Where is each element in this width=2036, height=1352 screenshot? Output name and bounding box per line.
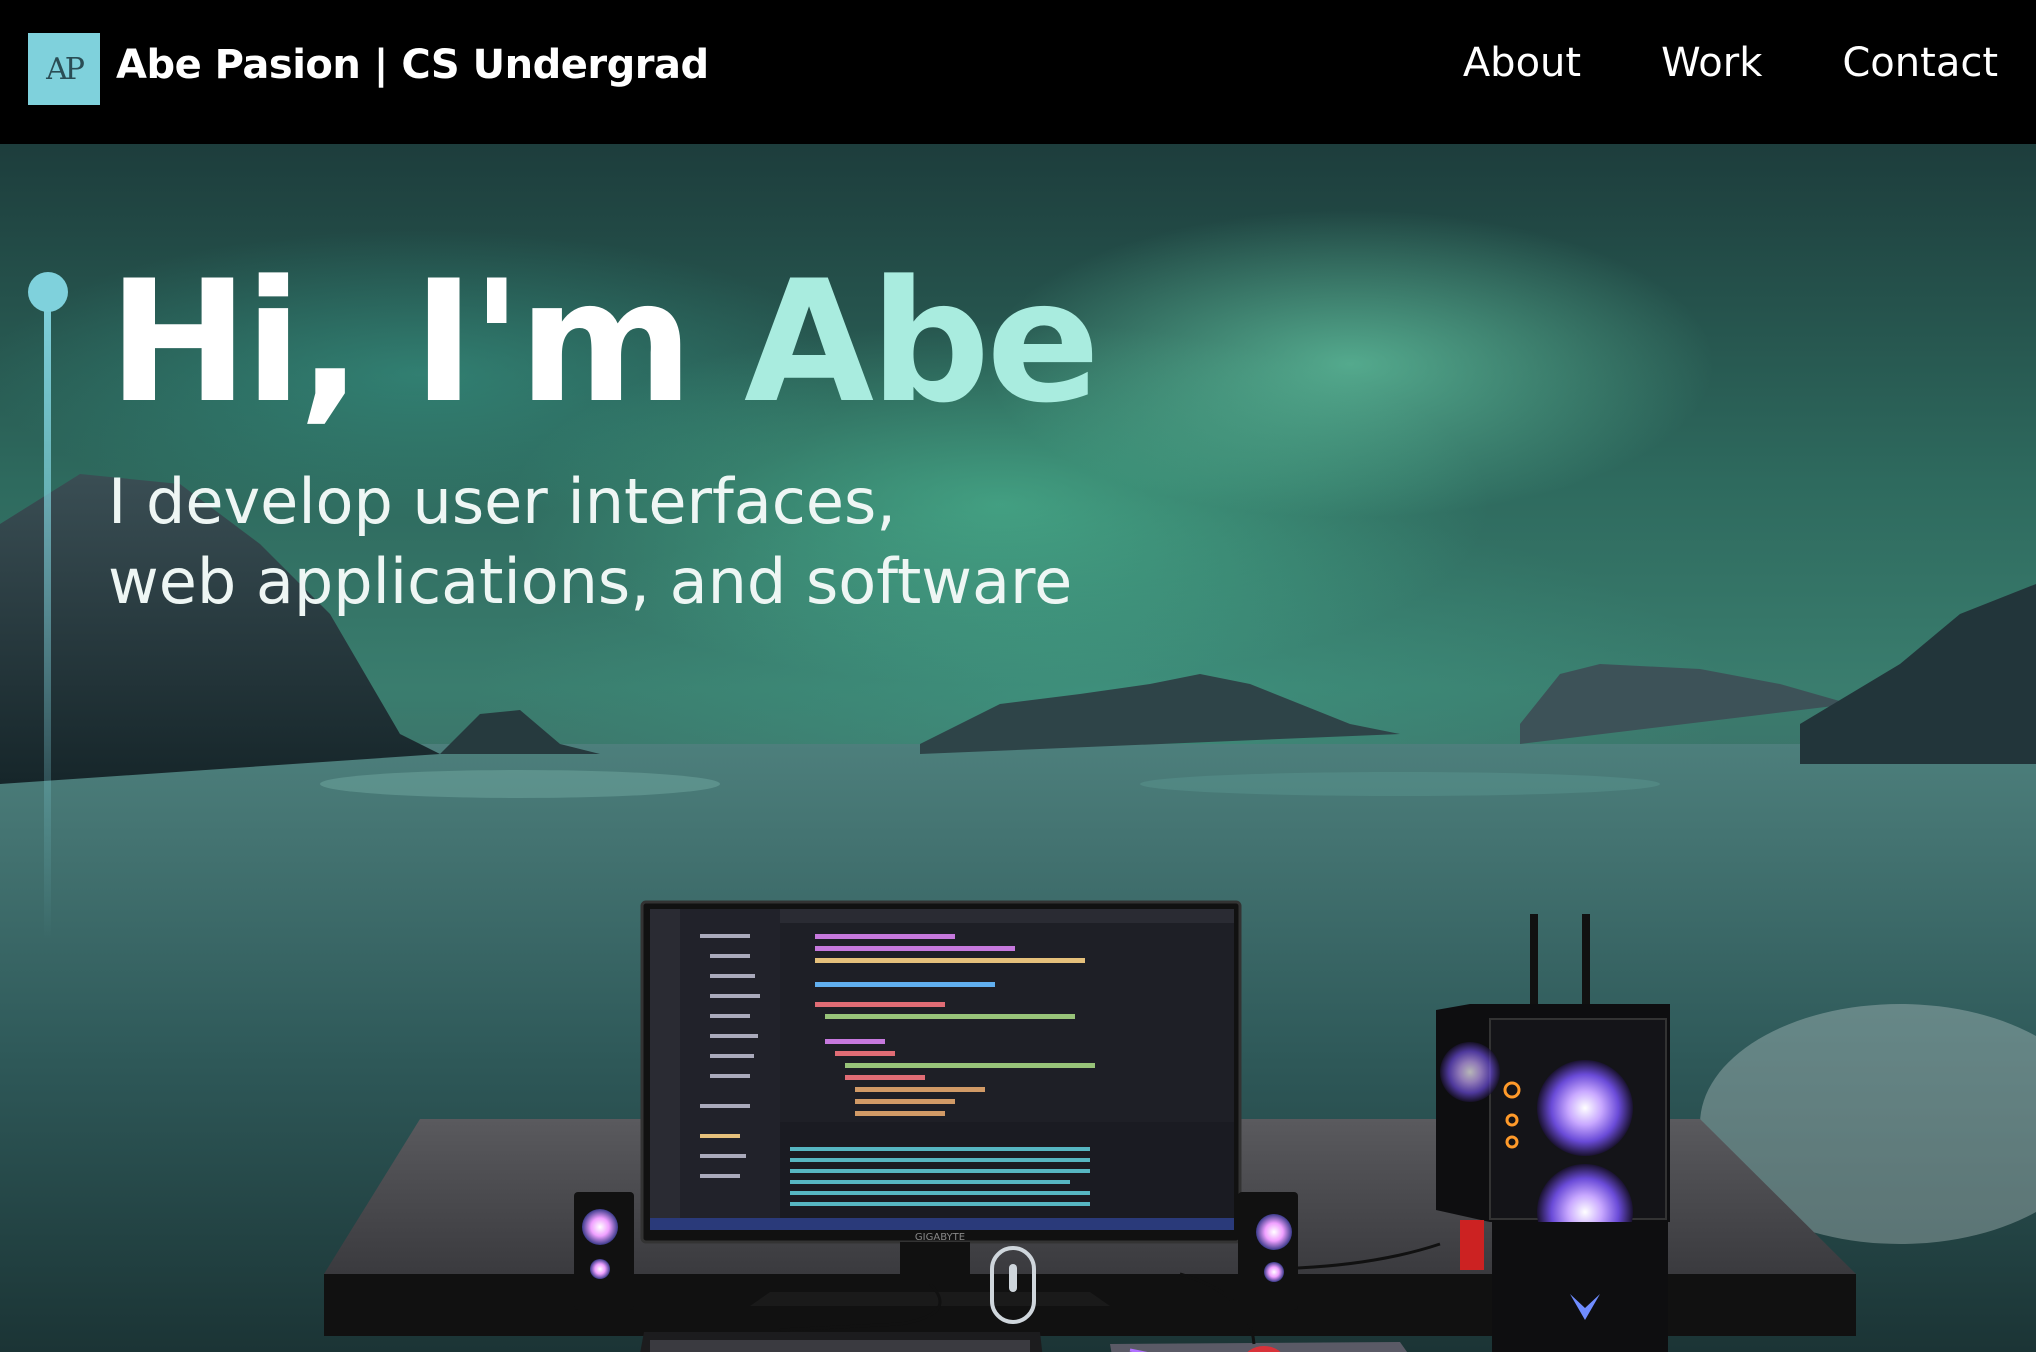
nav-link-work[interactable]: Work — [1661, 40, 1762, 86]
hero-subtitle-line1: I develop user interfaces, — [108, 465, 897, 538]
nav-links: About Work Contact — [1463, 40, 1998, 86]
keyboard — [640, 1332, 1043, 1352]
monitor-brand: GIGABYTE — [915, 1232, 965, 1243]
nav-link-contact[interactable]: Contact — [1842, 40, 1998, 86]
hero-subtitle: I develop user interfaces, web applicati… — [108, 462, 1072, 622]
scroll-wheel-icon — [1009, 1264, 1017, 1292]
logo[interactable]: AP — [28, 33, 100, 105]
scroll-down-indicator[interactable] — [990, 1246, 1036, 1324]
logo-text: AP — [46, 51, 85, 87]
timeline-line — [44, 300, 51, 940]
hero-title: Hi, I'm Abe — [108, 250, 1100, 435]
hero-title-name: Abe — [743, 244, 1100, 440]
hero-subtitle-line2: web applications, and software — [108, 545, 1073, 618]
hero-title-prefix: Hi, I'm — [108, 244, 744, 440]
left-speaker — [574, 1192, 634, 1310]
nav-link-about[interactable]: About — [1463, 40, 1581, 86]
brand-name[interactable]: Abe Pasion | CS Undergrad — [116, 42, 709, 88]
navbar: AP Abe Pasion | CS Undergrad About Work … — [0, 0, 2036, 144]
right-speaker — [1238, 1192, 1298, 1310]
